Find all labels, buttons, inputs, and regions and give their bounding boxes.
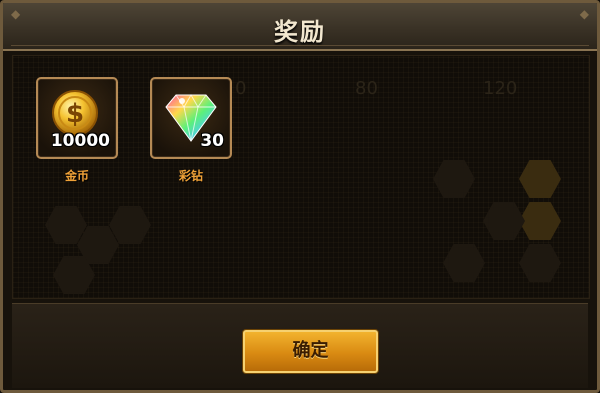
- dialog-title-bar: ◆ 奖励 ◆: [3, 3, 597, 51]
- bg-hex: [45, 206, 87, 244]
- bg-hex: [519, 160, 561, 198]
- reward-item-diamond: 30: [150, 77, 232, 159]
- bg-hex: [519, 244, 561, 282]
- reward-dialog: ◆ 奖励 ◆ 0 80 120 $ 10000 金币 30 彩钻 确定: [0, 0, 600, 393]
- bg-hex: [519, 202, 561, 240]
- bg-number: 120: [483, 78, 518, 99]
- reward-item-gold: $ 10000: [36, 77, 118, 159]
- bg-number: 0: [235, 78, 247, 99]
- confirm-button[interactable]: 确定: [243, 330, 378, 373]
- svg-text:$: $: [66, 99, 84, 129]
- reward-name: 金币: [64, 169, 89, 183]
- dialog-title: 奖励: [274, 18, 326, 46]
- bg-hex: [443, 244, 485, 282]
- bg-hex: [433, 160, 475, 198]
- bg-hex: [483, 202, 525, 240]
- bg-hex: [109, 206, 151, 244]
- reward-quantity: 30: [200, 131, 224, 151]
- reward-quantity: 10000: [50, 131, 110, 151]
- bg-number: 80: [355, 78, 378, 99]
- reward-name: 彩钻: [178, 169, 203, 183]
- corner-ornament-right: ◆: [579, 7, 589, 21]
